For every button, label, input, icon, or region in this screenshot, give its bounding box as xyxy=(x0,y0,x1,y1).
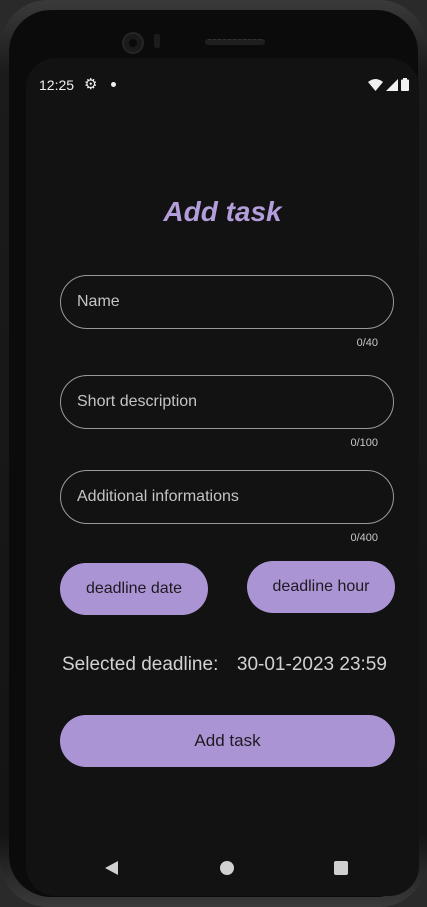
recents-square-icon[interactable] xyxy=(334,861,348,875)
deadline-hour-button[interactable]: deadline hour xyxy=(247,561,395,613)
proximity-sensor xyxy=(154,34,160,48)
name-counter: 0/40 xyxy=(356,337,378,349)
short-description-input[interactable] xyxy=(61,376,393,428)
notification-dot-icon xyxy=(111,82,116,87)
battery-icon xyxy=(401,78,409,91)
status-bar: 12:25 ⚙ xyxy=(26,58,419,110)
phone-bezel: 12:25 ⚙ Add task Name 0/40 Short descrip… xyxy=(9,10,419,897)
name-input[interactable] xyxy=(61,276,393,328)
add-task-button[interactable]: Add task xyxy=(60,715,395,767)
short-description-counter: 0/100 xyxy=(350,437,378,449)
additional-info-input[interactable] xyxy=(61,471,393,523)
selected-deadline: Selected deadline: 30-01-2023 23:59 xyxy=(62,654,402,676)
wifi-icon xyxy=(368,78,383,91)
back-triangle-icon[interactable] xyxy=(105,861,118,875)
selected-deadline-value: 30-01-2023 23:59 xyxy=(236,654,387,675)
front-camera-icon xyxy=(122,32,144,54)
additional-info-counter: 0/400 xyxy=(350,532,378,544)
navigation-bar xyxy=(26,848,419,888)
page-title: Add task xyxy=(163,196,282,227)
name-field[interactable] xyxy=(60,275,394,329)
phone-frame: 12:25 ⚙ Add task Name 0/40 Short descrip… xyxy=(0,0,427,907)
additional-info-field[interactable] xyxy=(60,470,394,524)
deadline-date-button[interactable]: deadline date xyxy=(60,563,208,615)
status-icons xyxy=(368,78,409,91)
status-time: 12:25 xyxy=(39,77,75,93)
earpiece-speaker xyxy=(205,39,265,45)
home-circle-icon[interactable] xyxy=(220,861,234,875)
signal-icon xyxy=(386,78,398,91)
selected-deadline-label: Selected deadline: xyxy=(62,654,219,675)
app-screen: 12:25 ⚙ Add task Name 0/40 Short descrip… xyxy=(26,58,419,896)
short-description-field[interactable] xyxy=(60,375,394,429)
gear-icon: ⚙ xyxy=(84,76,98,93)
